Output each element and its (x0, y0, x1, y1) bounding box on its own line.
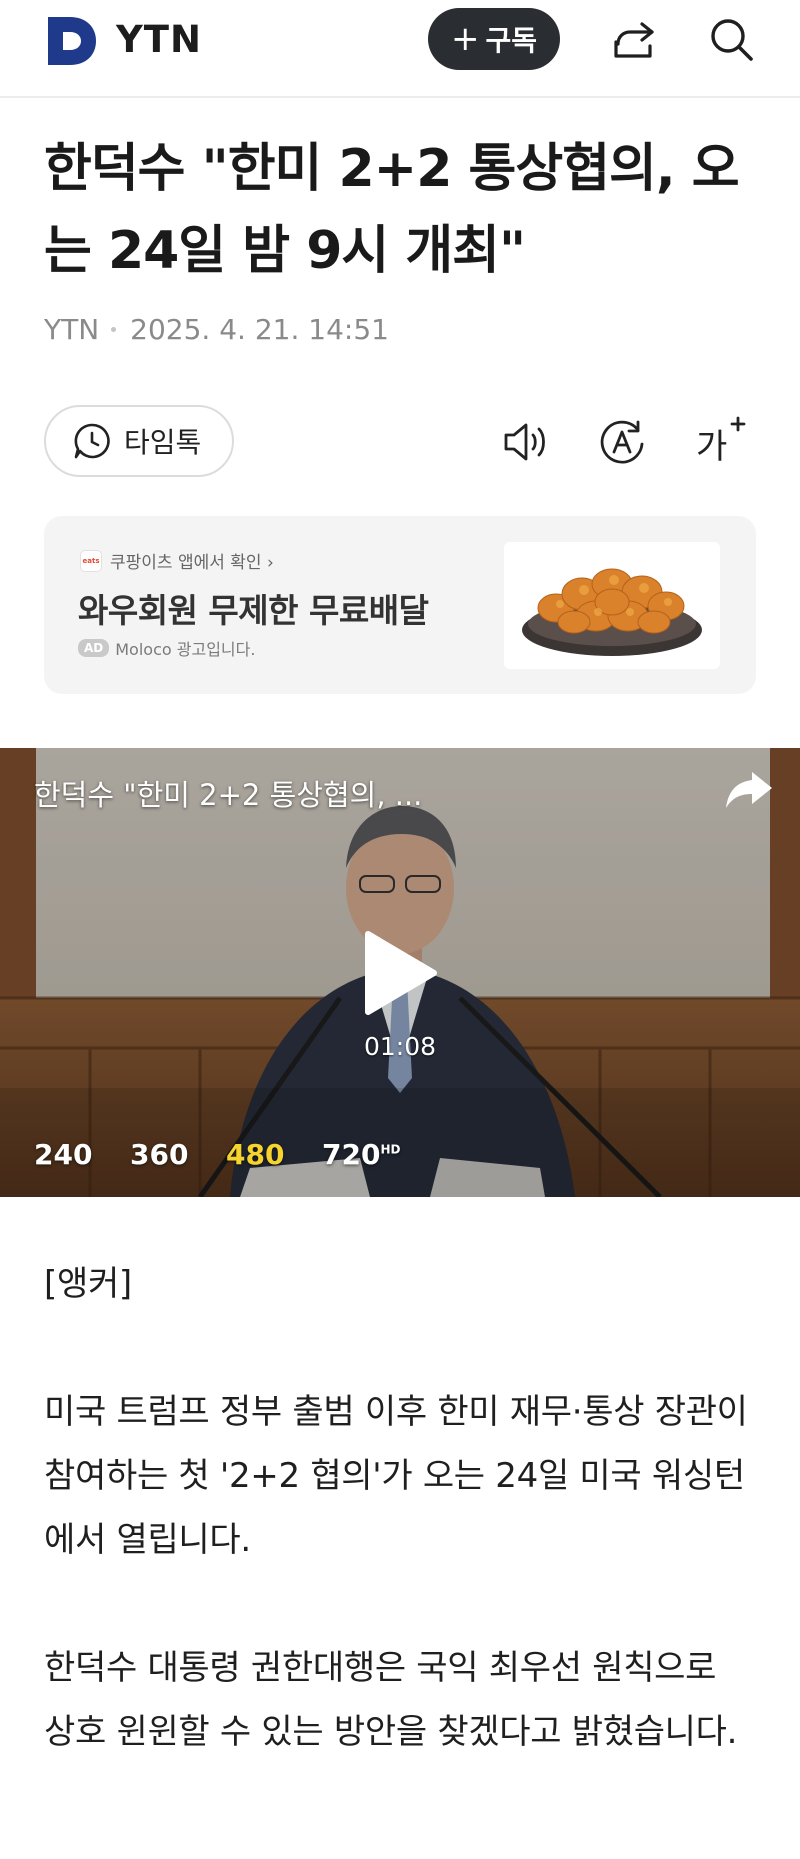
article-meta: YTN 2025. 4. 21. 14:51 (44, 313, 389, 346)
video-title: 한덕수 "한미 2+2 통상협의, ... (34, 778, 423, 812)
fried-chicken-image (504, 542, 720, 669)
timetalk-label: 타임톡 (124, 426, 202, 459)
article-datetime: 2025. 4. 21. 14:51 (130, 313, 389, 346)
video-player[interactable]: 한덕수 "한미 2+2 통상협의, ... 01:08 240 360 480 … (0, 748, 800, 1197)
article-source[interactable]: YTN (44, 313, 99, 346)
top-bar: YTN + 구독 (0, 0, 800, 98)
play-icon[interactable] (360, 928, 440, 1018)
quality-720-option[interactable]: 720HD (322, 1138, 400, 1171)
plus-icon: + (450, 19, 480, 59)
translate-icon[interactable] (594, 414, 650, 470)
subscribe-label: 구독 (485, 24, 538, 57)
ad-source[interactable]: eats 쿠팡이츠 앱에서 확인 › (80, 548, 274, 573)
speaker-icon[interactable] (498, 414, 554, 470)
video-duration: 01:08 (363, 1032, 437, 1061)
timetalk-icon (74, 423, 110, 459)
coupang-eats-logo-icon: eats (80, 549, 102, 572)
quality-720-label: 720 (322, 1138, 381, 1171)
ad-title: 와우회원 무제한 무료배달 (78, 591, 429, 630)
ad-badge: AD (78, 639, 110, 657)
hd-badge: HD (380, 1142, 401, 1157)
article-paragraph: 미국 트럼프 정부 출범 이후 한미 재무·통상 장관이 참여하는 첫 '2+2… (44, 1392, 748, 1560)
ad-banner[interactable]: eats 쿠팡이츠 앱에서 확인 › 와우회원 무제한 무료배달 AD Molo… (44, 516, 756, 694)
daum-logo-icon[interactable] (46, 15, 98, 67)
article-paragraph: 한덕수 대통령 권한대행은 국익 최우선 원칙으로 상호 윈윈할 수 있는 방안… (44, 1648, 738, 1752)
quality-240-option[interactable]: 240 (34, 1138, 92, 1171)
article-paragraph-anchor: [앵커] (44, 1264, 132, 1304)
svg-text:가: 가 (696, 427, 727, 467)
subscribe-button[interactable]: + 구독 (428, 8, 560, 70)
quality-360-option[interactable]: 360 (130, 1138, 188, 1171)
ad-note: AD Moloco 광고입니다. (78, 636, 255, 660)
brand-name[interactable]: YTN (116, 18, 202, 61)
font-size-icon[interactable]: 가 (692, 414, 748, 470)
separator-dot (111, 327, 117, 332)
share-icon[interactable] (606, 12, 662, 68)
ad-note-text: Moloco 광고입니다. (115, 640, 256, 659)
quality-480-option[interactable]: 480 (226, 1138, 284, 1171)
search-icon[interactable] (704, 12, 760, 68)
video-share-icon[interactable] (724, 768, 774, 812)
ad-source-label: 쿠팡이츠 앱에서 확인 › (110, 553, 274, 573)
article-headline: 한덕수 "한미 2+2 통상협의, 오는 24일 밤 9시 개최" (44, 139, 740, 281)
timetalk-button[interactable]: 타임톡 (44, 405, 234, 477)
